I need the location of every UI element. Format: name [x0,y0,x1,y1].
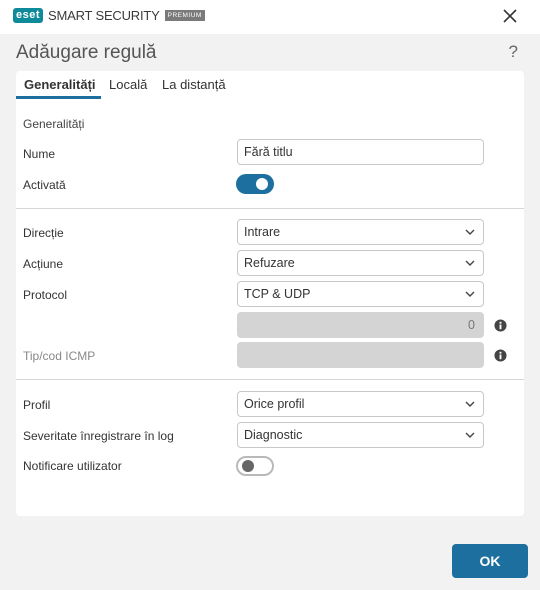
direction-value: Intrare [244,225,281,239]
profile-value: Orice profil [244,397,305,411]
enabled-label: Activată [23,178,66,192]
eset-logo: eset SMART SECURITY PREMIUM [13,7,205,24]
dialog-title: Adăugare regulă [16,42,157,63]
profile-select[interactable]: Orice profil [237,391,484,417]
log-severity-label: Severitate înregistrare în log [23,429,174,443]
direction-label: Direcție [23,226,64,240]
protocol-label: Protocol [23,288,68,302]
tab-local[interactable]: Locală [109,77,147,99]
title-bar: eset SMART SECURITY PREMIUM [0,0,540,34]
tab-remote[interactable]: La distanță [162,77,226,99]
chevron-down-icon [465,229,475,235]
icmp-label: Tip/cod ICMP [23,349,96,363]
name-input[interactable]: Fără titlu [237,139,484,165]
toggle-knob [256,178,268,190]
tab-bar: Generalități Locală La distanță [16,71,524,99]
notify-user-toggle[interactable] [236,456,274,476]
info-icon[interactable] [494,349,507,362]
chevron-down-icon [465,432,475,438]
icmp-input [237,342,484,368]
log-severity-select[interactable]: Diagnostic [237,422,484,448]
info-icon[interactable] [494,319,507,332]
help-icon[interactable]: ? [509,42,518,62]
logo-mark: eset [13,8,44,23]
direction-select[interactable]: Intrare [237,219,484,245]
protocol-value: TCP & UDP [244,287,311,301]
divider [16,379,524,380]
chevron-down-icon [465,401,475,407]
action-select[interactable]: Refuzare [237,250,484,276]
protocol-select[interactable]: TCP & UDP [237,281,484,307]
log-severity-value: Diagnostic [244,428,303,442]
protocol-number-input: 0 [237,312,484,338]
chevron-down-icon [465,260,475,266]
ok-button[interactable]: OK [452,544,528,578]
profile-label: Profil [23,398,51,412]
product-name: SMART SECURITY [48,8,160,23]
toggle-knob [242,460,254,472]
section-heading-general: Generalități [23,117,85,131]
close-icon[interactable] [502,8,518,24]
enabled-toggle[interactable] [236,174,274,194]
notify-user-label: Notificare utilizator [23,459,122,473]
action-label: Acțiune [23,257,64,271]
edition-badge: PREMIUM [164,10,205,21]
rule-form-card: Generalități Locală La distanță Generali… [16,71,524,516]
divider [16,208,524,209]
protocol-number-value: 0 [468,318,475,332]
action-value: Refuzare [244,256,295,270]
chevron-down-icon [465,291,475,297]
active-tab-indicator [16,96,101,99]
name-label: Nume [23,147,56,161]
